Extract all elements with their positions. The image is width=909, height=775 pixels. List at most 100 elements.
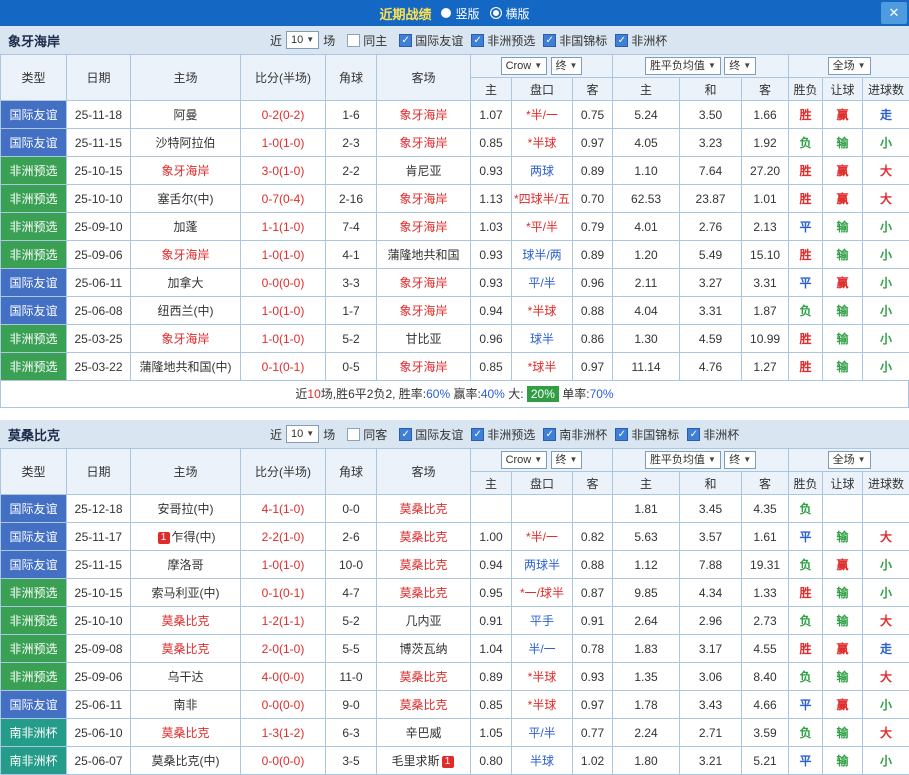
away-team[interactable]: 博茨瓦纳 [377,635,471,663]
home-team[interactable]: 莫桑比克 [131,635,241,663]
away-team[interactable]: 莫桑比克 [377,495,471,523]
league-filter[interactable]: ✓国际友谊 [399,426,463,443]
away-team[interactable]: 甘比亚 [377,325,471,353]
home-team[interactable]: 沙特阿拉伯 [131,129,241,157]
league-filter[interactable]: ✓南非洲杯 [543,426,607,443]
home-team[interactable]: 阿曼 [131,101,241,129]
odds-away: 0.77 [573,719,613,747]
checkbox-checked-icon[interactable]: ✓ [615,34,628,47]
layout-option-vertical[interactable]: 竖版 [441,5,479,22]
away-team[interactable]: 象牙海岸 [377,129,471,157]
fullmatch-select[interactable]: 全场▼ [828,57,871,75]
away-team[interactable]: 毛里求斯1 [377,747,471,775]
away-team[interactable]: 莫桑比克 [377,579,471,607]
result-handicap: 输 [823,353,863,381]
same-venue-filter[interactable]: 同主 [347,32,387,49]
away-team[interactable]: 蒲隆地共和国 [377,241,471,269]
radio-unselected-icon[interactable] [441,8,451,18]
same-venue-filter[interactable]: 同客 [347,426,387,443]
result-wdl: 负 [789,129,823,157]
league-filter[interactable]: ✓非洲杯 [687,426,739,443]
checkbox-checked-icon[interactable]: ✓ [615,428,628,441]
away-team[interactable]: 象牙海岸 [377,213,471,241]
league-filter[interactable]: ✓非洲杯 [615,32,667,49]
checkbox-unchecked-icon[interactable] [347,34,360,47]
away-team[interactable]: 辛巴威 [377,719,471,747]
wdl-average-select[interactable]: 胜平负均值▼ [645,57,721,75]
away-team[interactable]: 莫桑比克 [377,551,471,579]
away-team[interactable]: 肯尼亚 [377,157,471,185]
final-odds-select[interactable]: 终▼ [551,451,583,469]
home-team[interactable]: 安哥拉(中) [131,495,241,523]
handicap: *平/半 [512,213,573,241]
col-handicap-result: 让球 [823,472,863,495]
score: 2-0(1-0) [241,635,326,663]
home-team[interactable]: 象牙海岸 [131,157,241,185]
close-button[interactable]: ✕ [881,2,907,24]
home-team[interactable]: 南非 [131,691,241,719]
bookmaker-select[interactable]: Crow▼ [501,57,548,75]
final-odds-select[interactable]: 终▼ [724,57,756,75]
checkbox-checked-icon[interactable]: ✓ [687,428,700,441]
league-filter[interactable]: ✓非国锦标 [543,32,607,49]
away-team[interactable]: 莫桑比克 [377,523,471,551]
radio-selected-icon[interactable] [490,7,502,19]
fullmatch-select[interactable]: 全场▼ [828,451,871,469]
home-team[interactable]: 1乍得(中) [131,523,241,551]
avg-home: 2.64 [613,607,680,635]
result-handicap: 输 [823,747,863,775]
wdl-average-select[interactable]: 胜平负均值▼ [645,451,721,469]
checkbox-checked-icon[interactable]: ✓ [399,428,412,441]
away-team[interactable]: 象牙海岸 [377,353,471,381]
layout-option-horizontal[interactable]: 横版 [490,5,530,22]
home-team[interactable]: 象牙海岸 [131,241,241,269]
odds-home [471,495,512,523]
checkbox-checked-icon[interactable]: ✓ [399,34,412,47]
summary-segment: 场,胜6平2负2, 胜率: [321,387,426,401]
home-team[interactable]: 象牙海岸 [131,325,241,353]
home-team[interactable]: 摩洛哥 [131,551,241,579]
avg-home: 1.12 [613,551,680,579]
away-team[interactable]: 象牙海岸 [377,185,471,213]
home-team[interactable]: 蒲隆地共和国(中) [131,353,241,381]
odds-home: 0.94 [471,297,512,325]
league-filter[interactable]: ✓非洲预选 [471,32,535,49]
checkbox-checked-icon[interactable]: ✓ [543,34,556,47]
away-team[interactable]: 象牙海岸 [377,269,471,297]
home-team[interactable]: 莫桑比克 [131,719,241,747]
avg-draw: 3.57 [680,523,742,551]
home-team[interactable]: 加蓬 [131,213,241,241]
summary-segment: 20% [527,386,559,402]
home-team[interactable]: 莫桑比克 [131,607,241,635]
home-team[interactable]: 索马利亚(中) [131,579,241,607]
checkbox-checked-icon[interactable]: ✓ [543,428,556,441]
match-count-select[interactable]: 10▼ [286,425,319,443]
league-filter[interactable]: ✓国际友谊 [399,32,463,49]
score: 1-0(1-0) [241,325,326,353]
final-odds-select[interactable]: 终▼ [551,57,583,75]
away-team[interactable]: 象牙海岸 [377,101,471,129]
home-team[interactable]: 纽西兰(中) [131,297,241,325]
league-filter[interactable]: ✓非洲预选 [471,426,535,443]
record-summary: 近10场,胜6平2负2, 胜率:60% 赢率:40% 大: 20% 单率:70% [0,381,909,408]
final-odds-select[interactable]: 终▼ [724,451,756,469]
home-team[interactable]: 加拿大 [131,269,241,297]
match-count-select[interactable]: 10▼ [286,31,319,49]
bookmaker-select[interactable]: Crow▼ [501,451,548,469]
home-team[interactable]: 塞舌尔(中) [131,185,241,213]
league-filter[interactable]: ✓非国锦标 [615,426,679,443]
result-handicap: 输 [823,241,863,269]
result-wdl: 胜 [789,353,823,381]
checkbox-unchecked-icon[interactable] [347,428,360,441]
checkbox-checked-icon[interactable]: ✓ [471,428,484,441]
result-handicap: 输 [823,297,863,325]
result-handicap: 赢 [823,157,863,185]
home-team[interactable]: 莫桑比克(中) [131,747,241,775]
home-team[interactable]: 乌干达 [131,663,241,691]
checkbox-checked-icon[interactable]: ✓ [471,34,484,47]
away-team[interactable]: 莫桑比克 [377,663,471,691]
away-team[interactable]: 几内亚 [377,607,471,635]
away-team[interactable]: 莫桑比克 [377,691,471,719]
match-row: 非洲预选 25-10-10 塞舌尔(中) 0-7(0-4) 2-16 象牙海岸 … [1,185,909,213]
away-team[interactable]: 象牙海岸 [377,297,471,325]
